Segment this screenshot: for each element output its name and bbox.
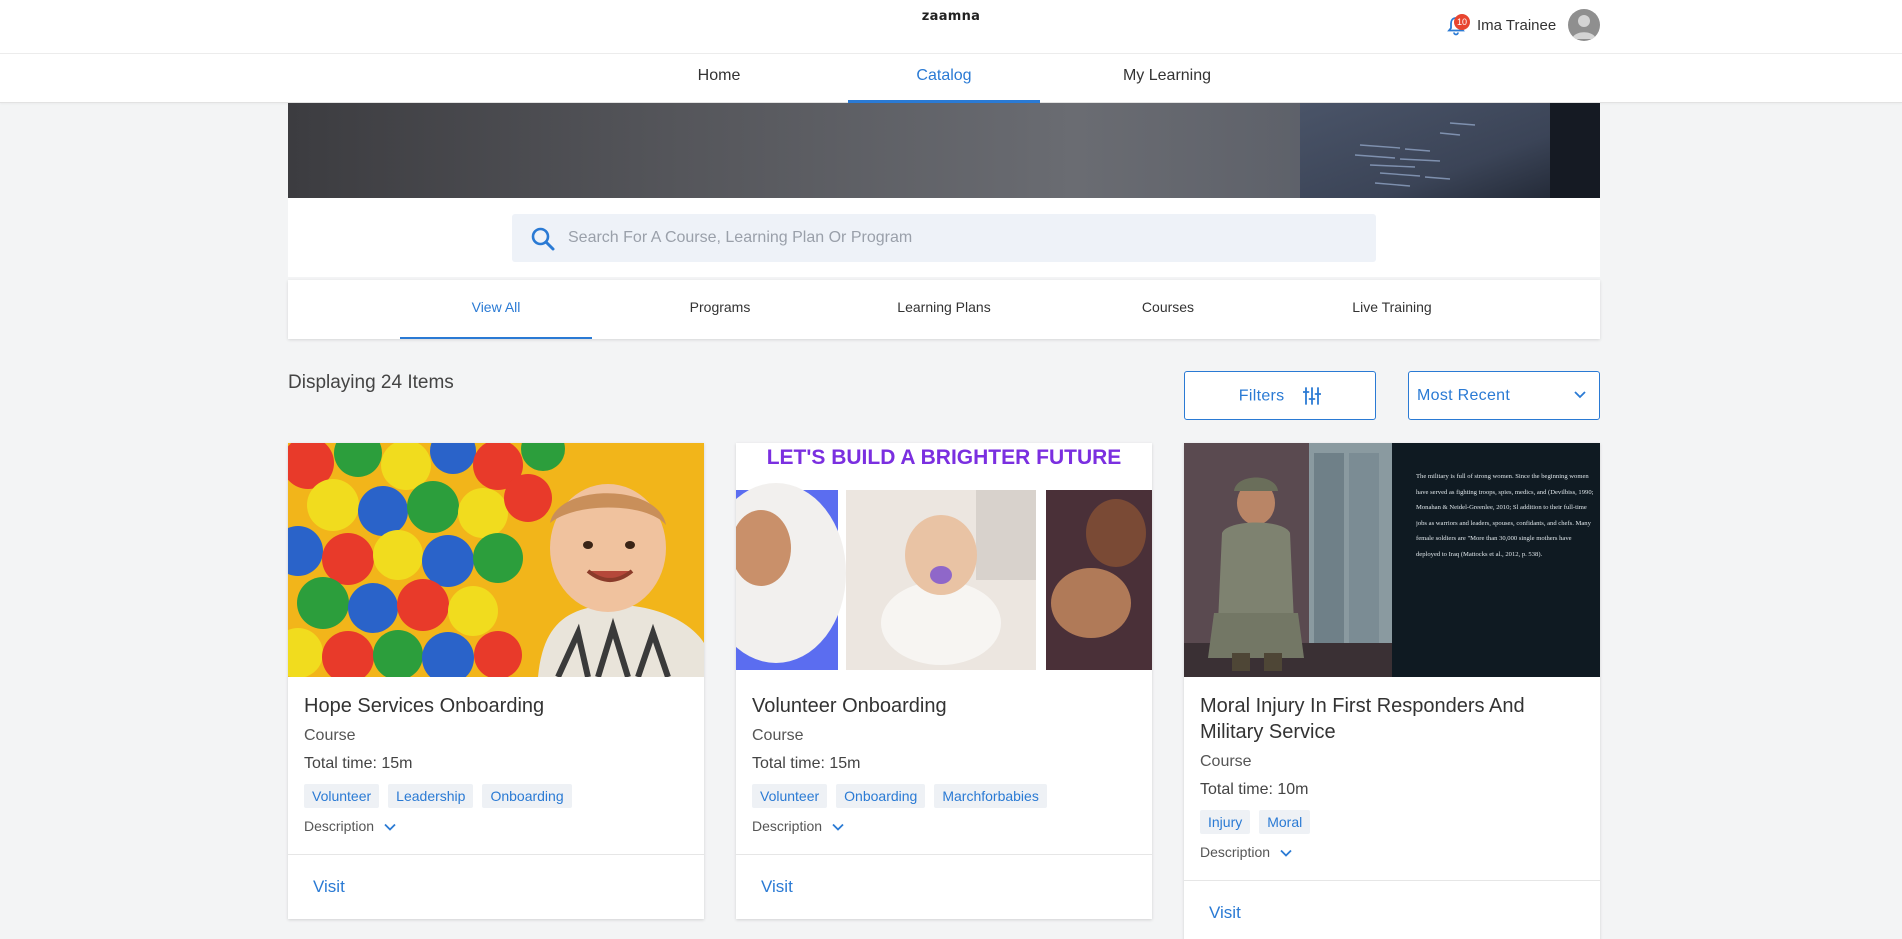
course-time: Total time: 15m (752, 755, 861, 772)
ball-pit-child-image[interactable] (288, 443, 704, 677)
catalog-tabs: View All Programs Learning Plans Courses… (288, 280, 1600, 339)
tag[interactable]: Volunteer (752, 784, 828, 808)
sort-dropdown[interactable]: Most Recent (1408, 371, 1600, 420)
course-title[interactable]: Moral Injury In First Responders And Mil… (1200, 693, 1584, 745)
image-banner-text: LET'S BUILD A BRIGHTER FUTURE (767, 446, 1122, 469)
chevron-down-icon (832, 824, 844, 832)
course-card: Hope Services Onboarding Course Total ti… (288, 443, 704, 919)
tag[interactable]: Onboarding (482, 784, 572, 808)
description-label: Description (304, 818, 375, 834)
description-toggle[interactable]: Description (752, 818, 1136, 838)
visit-link[interactable]: Visit (736, 855, 1152, 919)
chevron-down-icon (384, 824, 396, 832)
tab-programs[interactable]: Programs (624, 280, 816, 339)
brighter-future-image[interactable]: LET'S BUILD A BRIGHTER FUTURE (736, 443, 1152, 677)
search-icon (531, 227, 555, 251)
search-panel (288, 198, 1600, 277)
tab-view-all[interactable]: View All (400, 280, 592, 339)
course-card: LET'S BUILD A BRIGHTER FUTURE Volunteer … (736, 443, 1152, 919)
tag[interactable]: Injury (1200, 810, 1251, 834)
top-header: zaamna 10 Ima Trainee (0, 0, 1902, 54)
tag[interactable]: Marchforbabies (934, 784, 1047, 808)
tab-live-training[interactable]: Live Training (1296, 280, 1488, 339)
sort-dropdown-label: Most Recent (1417, 387, 1511, 404)
nav-catalog[interactable]: Catalog (848, 54, 1040, 103)
tag-list: Injury Moral (1200, 810, 1584, 834)
tag[interactable]: Moral (1259, 810, 1311, 834)
nav-my-learning[interactable]: My Learning (1072, 54, 1262, 103)
search-input[interactable] (568, 214, 1358, 262)
course-title[interactable]: Hope Services Onboarding (304, 693, 688, 719)
notification-count-badge: 10 (1454, 14, 1471, 30)
avatar[interactable] (1568, 9, 1600, 41)
tab-courses[interactable]: Courses (1072, 280, 1264, 339)
description-label: Description (1200, 844, 1271, 860)
tag-list: Volunteer Onboarding Marchforbabies (752, 784, 1136, 808)
course-type: Course (304, 727, 356, 744)
chevron-down-icon (1280, 850, 1292, 858)
tag-list: Volunteer Leadership Onboarding (304, 784, 688, 808)
laptop-screen-image (1300, 103, 1600, 198)
military-service-image[interactable]: The military is full of strong women. Si… (1184, 443, 1600, 677)
description-toggle[interactable]: Description (1200, 844, 1584, 864)
image-caption-text: The military is full of strong women. Si… (1416, 473, 1594, 558)
course-title[interactable]: Volunteer Onboarding (752, 693, 1136, 719)
tag[interactable]: Onboarding (836, 784, 926, 808)
chevron-down-icon (1574, 391, 1586, 399)
tag[interactable]: Volunteer (304, 784, 380, 808)
main-nav: Home Catalog My Learning (0, 54, 1902, 103)
description-toggle[interactable]: Description (304, 818, 688, 838)
course-time: Total time: 10m (1200, 781, 1309, 798)
course-type: Course (1200, 753, 1252, 770)
filters-button[interactable]: Filters (1184, 371, 1376, 420)
search-box[interactable] (512, 214, 1376, 262)
description-label: Description (752, 818, 823, 834)
hero-banner-image (288, 103, 1600, 198)
visit-link[interactable]: Visit (1184, 881, 1600, 939)
results-count: Displaying 24 Items (288, 372, 454, 393)
nav-home[interactable]: Home (624, 54, 814, 103)
tab-learning-plans[interactable]: Learning Plans (848, 280, 1040, 339)
filters-button-label: Filters (1238, 387, 1285, 405)
course-type: Course (752, 727, 804, 744)
user-name[interactable]: Ima Trainee (1477, 17, 1556, 34)
course-card: The military is full of strong women. Si… (1184, 443, 1600, 939)
logo[interactable]: zaamna (0, 9, 1902, 24)
visit-link[interactable]: Visit (288, 855, 704, 919)
user-avatar-icon (1572, 15, 1596, 39)
tag[interactable]: Leadership (388, 784, 474, 808)
sliders-icon (1302, 386, 1322, 405)
course-time: Total time: 15m (304, 755, 413, 772)
